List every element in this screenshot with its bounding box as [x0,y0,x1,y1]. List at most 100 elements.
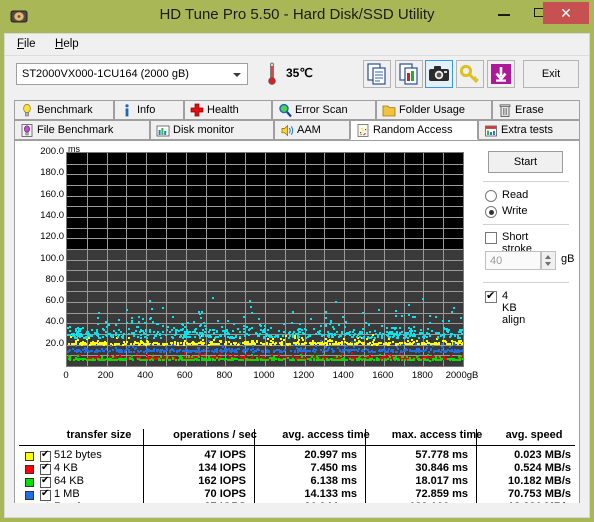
data-point [105,348,107,350]
tab-benchmark[interactable]: Benchmark [14,100,114,120]
tab-bar: Benchmark Info Health Error Scan Folder … [14,100,580,140]
data-point [371,336,373,338]
data-point [345,321,347,323]
data-point [246,326,248,328]
spinner-down-icon [545,262,551,266]
data-point [115,324,117,326]
data-point [201,332,203,334]
data-point [382,333,384,335]
register-button[interactable] [456,60,484,88]
data-point [213,339,215,341]
data-point [422,350,424,352]
data-point [293,344,295,346]
short-stroke-input[interactable]: 40 [485,251,541,270]
data-point [204,358,206,360]
temperature-value: 35℃ [286,66,313,80]
data-point [451,311,453,313]
data-point [106,326,108,328]
data-point [199,313,201,315]
data-point [122,337,124,339]
short-stroke-indicator [485,232,497,244]
data-point [325,350,327,352]
copy-image-button[interactable] [395,60,423,88]
data-point [131,317,133,319]
disk-select[interactable]: ST2000VX000-1CU164 (2000 gB) [16,63,248,85]
data-point [449,346,451,348]
data-point [418,351,420,353]
table-row[interactable]: 4 KB 134 IOPS 7.450 ms 30.846 ms 0.524 MB/s [19,461,575,475]
data-point [225,351,227,353]
data-point [292,358,294,360]
data-point [291,322,293,324]
data-point [351,349,353,351]
short-stroke-spinner[interactable] [541,251,556,270]
data-point [383,343,385,345]
data-point [374,337,376,339]
data-point [147,334,149,336]
copy-text-button[interactable] [363,60,391,88]
data-point [216,357,218,359]
data-point [160,337,162,339]
table-row[interactable]: 1 MB 70 IOPS 14.133 ms 72.859 ms 70.753 MB/s [19,487,575,501]
data-point [200,317,202,319]
save-button[interactable] [487,60,515,88]
data-point [399,327,401,329]
data-point [253,359,255,361]
table-row[interactable]: 64 KB 162 IOPS 6.138 ms 18.017 ms 10.182 MB/… [19,474,575,488]
data-point [228,348,230,350]
data-point [69,359,71,361]
data-point [386,327,388,329]
close-icon: ✕ [560,5,572,21]
data-point [396,351,398,353]
short-stroke-value: 40 [490,255,503,267]
tab-extra-tests[interactable]: Extra tests [478,120,580,140]
trash-icon [499,104,511,117]
data-point [389,331,391,333]
y-tick-label: 80.0 [45,273,65,285]
close-button[interactable]: ✕ [543,2,589,24]
data-point [153,350,155,352]
menu-file[interactable]: File [15,38,38,50]
tab-info[interactable]: Info [114,100,184,120]
data-point [317,359,319,361]
tab-disk-monitor[interactable]: Disk monitor [150,120,274,140]
minimize-icon [498,14,510,16]
data-point [153,331,155,333]
grid-line-horizontal [67,164,463,165]
radio-write-indicator [485,206,497,218]
minimize-button[interactable] [488,0,520,26]
table-row[interactable]: 512 bytes 47 IOPS 20.997 ms 57.778 ms 0.023 … [19,448,575,462]
data-point [192,343,194,345]
tab-aam[interactable]: AAM [274,120,350,140]
tab-folder-usage[interactable]: Folder Usage [376,100,492,120]
data-point [351,352,353,354]
tab-health[interactable]: Health [184,100,272,120]
data-point [140,337,142,339]
data-point [156,323,158,325]
data-point [224,332,226,334]
data-point [418,337,420,339]
data-point [187,322,189,324]
data-point [187,333,189,335]
data-point [198,356,200,358]
data-point [325,346,327,348]
data-point [171,336,173,338]
data-point [79,330,81,332]
data-point [427,328,429,330]
screenshot-button[interactable] [425,60,453,88]
tab-random-access[interactable]: Random Access [350,120,478,140]
data-point [381,325,383,327]
data-point [319,330,321,332]
menu-help[interactable]: Help [53,38,81,50]
tab-error-scan[interactable]: Error Scan [272,100,376,120]
data-point [255,332,257,334]
start-button[interactable]: Start [488,151,563,173]
lightbulb-icon [23,103,31,117]
data-point [403,350,405,352]
tab-file-benchmark[interactable]: File Benchmark [14,120,150,140]
data-point [137,336,139,338]
data-point [194,336,196,338]
tab-erase[interactable]: Erase [492,100,580,120]
results-table: transfer size operations / sec avg. acce… [19,429,575,514]
exit-button[interactable]: Exit [523,60,579,88]
